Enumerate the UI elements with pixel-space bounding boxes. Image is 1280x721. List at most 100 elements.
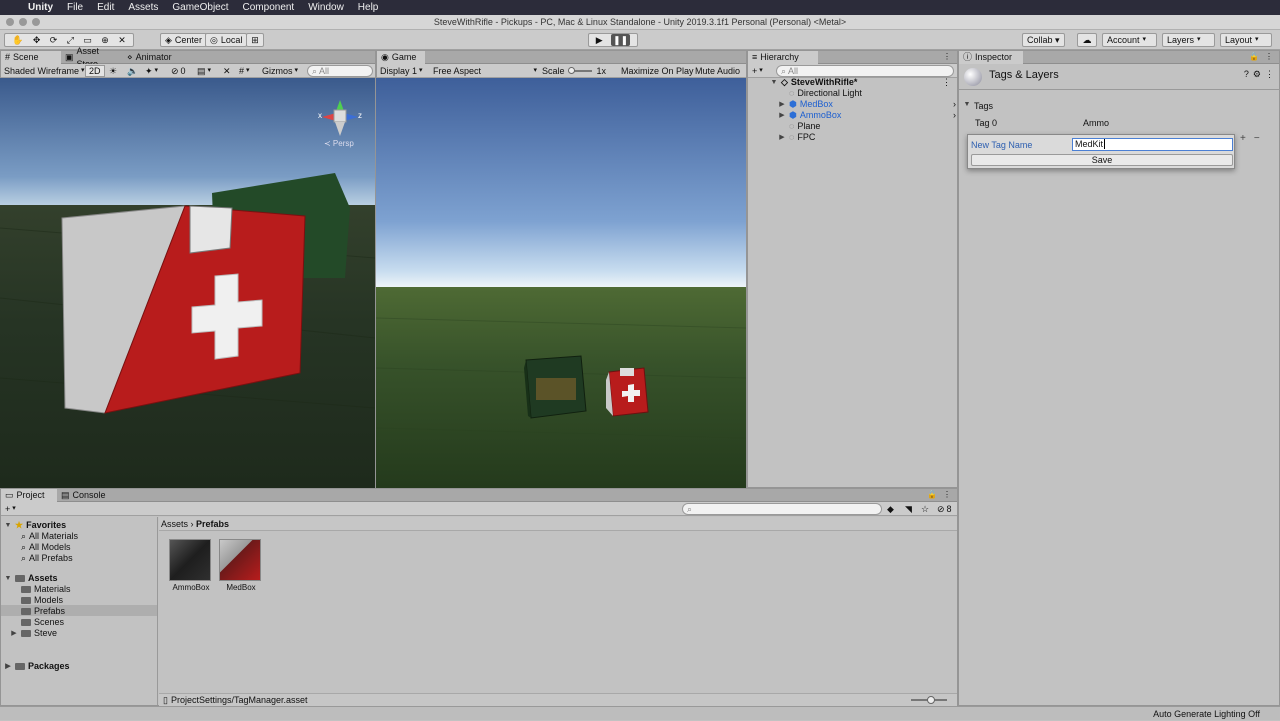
search-by-type-button[interactable]: ◆	[887, 503, 894, 515]
tab-animator[interactable]: ⋄ Animator	[123, 51, 193, 64]
layers-dropdown[interactable]: Layers ▾	[1162, 33, 1215, 47]
hierarchy-item[interactable]: ◌ Plane	[778, 121, 820, 132]
scene-search-input[interactable]: ⌕ All	[307, 65, 373, 77]
hierarchy-item[interactable]: ◌ Directional Light	[778, 88, 862, 99]
pause-icon[interactable]: ❚❚	[611, 34, 631, 46]
icon-size-slider-thumb[interactable]	[927, 696, 935, 704]
asset-folder-item[interactable]: Prefabs	[10, 606, 65, 617]
effects-toggle[interactable]: ✦ ▾	[145, 65, 158, 77]
grid-snap-button[interactable]: ⊞	[246, 33, 264, 47]
pivot-local-button[interactable]: ◎ Local	[205, 33, 248, 47]
hidden-packages-toggle[interactable]: ⊘ 8	[937, 503, 952, 515]
gizmos-dropdown[interactable]: Gizmos ▾	[262, 65, 298, 77]
menu-edit[interactable]: Edit	[97, 2, 114, 13]
pivot-center-button[interactable]: ◈ Center	[160, 33, 207, 47]
lock-icon[interactable]: 🔒	[927, 490, 937, 499]
grid-toggle[interactable]: # ▾	[239, 65, 250, 77]
expand-arrow-icon[interactable]: ▼	[770, 77, 778, 88]
cloud-button[interactable]: ☁	[1077, 33, 1097, 47]
remove-tag-icon[interactable]: −	[1254, 133, 1260, 144]
save-button[interactable]: Save	[971, 154, 1233, 166]
favorites-row[interactable]: ▼ ★ Favorites	[4, 520, 67, 531]
new-tag-name-input[interactable]: MedKit	[1072, 138, 1233, 151]
panel-menu-icon[interactable]: ⋮	[1265, 52, 1273, 61]
menu-gameobject[interactable]: GameObject	[172, 2, 228, 13]
scene-viewport[interactable]: x z ≺ Persp	[0, 78, 375, 488]
tab-inspector[interactable]: ⓘ Inspector	[959, 51, 1023, 64]
aspect-dropdown[interactable]: Free Aspect ▾	[433, 65, 537, 77]
tab-scene[interactable]: # Scene	[1, 51, 61, 64]
maximize-on-play-toggle[interactable]: Maximize On Play	[621, 65, 694, 77]
menu-component[interactable]: Component	[243, 2, 295, 13]
expand-arrow-icon[interactable]: ▼	[4, 573, 12, 584]
asset-tile[interactable]: AmmoBox	[169, 539, 213, 592]
more-icon[interactable]: ⋮	[1265, 69, 1274, 80]
tab-console[interactable]: ▤ Console	[57, 489, 115, 502]
favorite-item[interactable]: ⌕ All Materials	[21, 531, 78, 542]
icon-size-slider[interactable]	[911, 696, 947, 704]
custom-tool-icon[interactable]: ✕	[118, 34, 126, 46]
hidden-objects-toggle[interactable]: ⊘ 0	[171, 65, 186, 77]
hierarchy-search-input[interactable]: ⌕ All	[776, 65, 954, 77]
scale-slider[interactable]	[567, 67, 592, 74]
panel-menu-icon[interactable]: ⋮	[943, 52, 951, 61]
asset-tile[interactable]: MedBox	[219, 539, 263, 592]
camera-settings-button[interactable]: ▤ ▾	[197, 65, 211, 77]
project-search-input[interactable]: ⌕	[682, 503, 882, 515]
layout-dropdown[interactable]: Layout ▾	[1220, 33, 1272, 47]
expand-arrow-icon[interactable]: ▶	[778, 99, 786, 110]
tools-toggle[interactable]: ✕	[223, 65, 231, 77]
lighting-toggle[interactable]: ☀	[109, 65, 117, 77]
collab-button[interactable]: Collab ▾	[1022, 33, 1065, 47]
expand-arrow-icon[interactable]: ▶	[4, 661, 12, 672]
breadcrumb-prefabs[interactable]: Prefabs	[196, 519, 229, 529]
minimize-window-button[interactable]	[19, 18, 27, 26]
help-icon[interactable]: ?	[1244, 69, 1249, 80]
account-dropdown[interactable]: Account ▾	[1102, 33, 1157, 47]
display-dropdown[interactable]: Display 1 ▾	[380, 65, 423, 77]
scene-menu-icon[interactable]: ⋮	[942, 77, 951, 88]
game-viewport[interactable]	[376, 78, 746, 488]
2d-toggle[interactable]: 2D	[85, 65, 105, 77]
hierarchy-item[interactable]: ▶ ◌ FPC	[778, 132, 815, 143]
asset-folder-item[interactable]: ▶ Steve	[10, 628, 57, 639]
scene-orientation-gizmo[interactable]	[322, 100, 358, 136]
shading-mode-dropdown[interactable]: Shaded Wireframe ▾	[4, 65, 85, 77]
close-window-button[interactable]	[6, 18, 14, 26]
add-tag-icon[interactable]: +	[1240, 133, 1246, 144]
expand-arrow-icon[interactable]: ▼	[4, 520, 12, 531]
tab-project[interactable]: ▭ Project	[1, 489, 57, 502]
lighting-status[interactable]: Auto Generate Lighting Off	[1153, 709, 1260, 719]
favorite-item[interactable]: ⌕ All Prefabs	[21, 553, 73, 564]
scale-slider-thumb[interactable]	[567, 67, 575, 74]
menu-window[interactable]: Window	[308, 2, 344, 13]
tab-game[interactable]: ◉ Game	[377, 51, 425, 64]
play-icon[interactable]: ▶	[596, 34, 603, 46]
scale-tool-icon[interactable]: ⤢	[67, 34, 74, 46]
menu-help[interactable]: Help	[358, 2, 379, 13]
favorite-item[interactable]: ⌕ All Models	[21, 542, 71, 553]
lock-icon[interactable]: 🔒	[1249, 52, 1259, 61]
favorite-search-button[interactable]: ☆	[921, 503, 929, 515]
expand-arrow-icon[interactable]: ▶	[778, 110, 786, 121]
menu-assets[interactable]: Assets	[128, 2, 158, 13]
assets-row[interactable]: ▼ Assets	[4, 573, 58, 584]
scene-root-row[interactable]: ▼ ◇ SteveWithRifle*	[770, 77, 858, 88]
breadcrumb-assets[interactable]: Assets	[161, 519, 188, 529]
tag-0-value[interactable]: Ammo	[1083, 118, 1109, 128]
menu-file[interactable]: File	[67, 2, 83, 13]
tab-hierarchy[interactable]: ≡ Hierarchy	[748, 51, 818, 64]
asset-folder-item[interactable]: Scenes	[10, 617, 64, 628]
audio-toggle[interactable]: 🔈	[127, 65, 138, 77]
open-prefab-icon[interactable]: ›	[953, 99, 956, 110]
search-by-label-button[interactable]: ◥	[905, 503, 912, 515]
asset-folder-item[interactable]: Materials	[10, 584, 71, 595]
hierarchy-item[interactable]: ▶ ⬢ MedBox ›	[778, 99, 956, 110]
settings-icon[interactable]: ⚙	[1253, 69, 1261, 80]
create-button[interactable]: + ▾	[752, 65, 763, 77]
tab-asset-store[interactable]: ▣ Asset Store	[61, 46, 123, 69]
open-prefab-icon[interactable]: ›	[953, 110, 956, 121]
menu-app[interactable]: Unity	[28, 2, 53, 13]
perspective-label[interactable]: ≺ Persp	[324, 139, 354, 148]
panel-menu-icon[interactable]: ⋮	[943, 490, 951, 499]
